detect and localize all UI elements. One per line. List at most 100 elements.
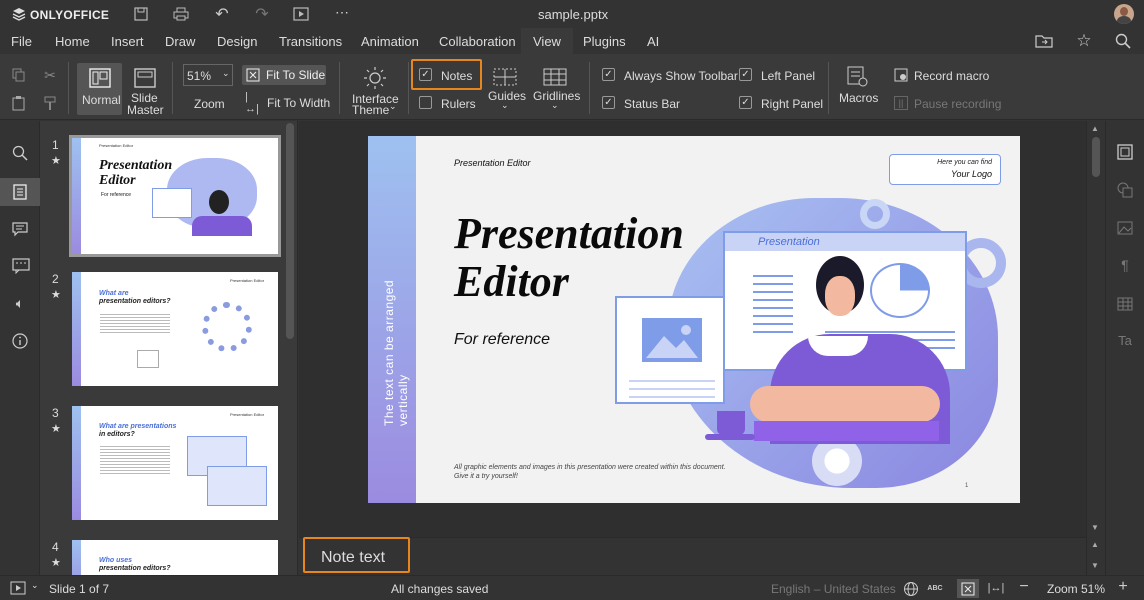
record-macro-label[interactable]: Record macro xyxy=(914,69,989,83)
thumb-body-text xyxy=(100,312,170,334)
fit-to-slide-status-button[interactable] xyxy=(957,579,979,598)
save-icon[interactable] xyxy=(133,6,149,22)
guides-button[interactable]: Guides ⌄ xyxy=(486,63,526,115)
always-show-toolbar-label[interactable]: Always Show Toolbar xyxy=(624,69,738,83)
tab-transitions[interactable]: Transitions xyxy=(279,34,342,49)
format-painter-icon[interactable] xyxy=(42,95,58,111)
comments-icon[interactable] xyxy=(12,221,28,237)
speaker-icon[interactable]: 🔈︎ xyxy=(12,295,28,311)
tab-file[interactable]: File xyxy=(11,34,32,49)
thumb-accent-bar xyxy=(72,138,81,254)
record-macro-icon[interactable] xyxy=(894,68,908,82)
scroll-down-icon[interactable]: ▼ xyxy=(1091,523,1099,532)
paragraph-settings-icon[interactable]: ¶ xyxy=(1117,257,1133,273)
notes-label[interactable]: Notes xyxy=(441,69,472,83)
thumb-small-text: Presentation Editor xyxy=(230,278,265,283)
paste-icon[interactable] xyxy=(11,95,27,111)
image-icon xyxy=(642,318,702,362)
status-bar-checkbox[interactable]: ✓ xyxy=(602,96,615,109)
tab-draw[interactable]: Draw xyxy=(165,34,195,49)
left-panel-checkbox[interactable]: ✓ xyxy=(739,68,752,81)
thumbnail-4[interactable]: Who uses presentation editors? xyxy=(72,540,278,575)
status-bar-label[interactable]: Status Bar xyxy=(624,97,680,111)
always-show-toolbar-checkbox[interactable]: ✓ xyxy=(602,68,615,81)
chevron-down-icon: ⌄ xyxy=(501,100,509,110)
scroll-up-icon[interactable]: ▲ xyxy=(1091,124,1099,133)
user-avatar[interactable] xyxy=(1114,4,1134,24)
left-panel-label[interactable]: Left Panel xyxy=(761,69,815,83)
tab-view-active[interactable]: View xyxy=(521,28,573,55)
slide-footer-1: All graphic elements and images in this … xyxy=(454,464,726,471)
slideshow-icon[interactable] xyxy=(293,6,309,22)
fit-to-width-label: Fit To Width xyxy=(267,96,331,110)
tab-animation[interactable]: Animation xyxy=(361,34,419,49)
search-icon[interactable] xyxy=(1115,33,1131,49)
canvas-scrollbar[interactable] xyxy=(1092,137,1100,177)
chat-icon[interactable] xyxy=(12,258,30,274)
image-window xyxy=(615,296,725,404)
slides-icon xyxy=(13,184,27,200)
open-location-icon[interactable] xyxy=(1035,33,1053,49)
rulers-checkbox[interactable] xyxy=(419,96,432,109)
shape-settings-icon[interactable] xyxy=(1117,182,1133,198)
fit-to-width-button[interactable]: |↔| Fit To Width xyxy=(242,91,331,115)
globe-icon[interactable] xyxy=(903,581,919,597)
zoom-select[interactable]: 51% ⌄ xyxy=(183,64,233,86)
fit-to-slide-icon xyxy=(246,68,260,82)
more-icon[interactable]: ⋯ xyxy=(334,4,350,20)
macros-icon xyxy=(847,66,869,88)
image-settings-icon[interactable] xyxy=(1117,220,1133,236)
undo-icon[interactable]: ↶ xyxy=(214,6,230,23)
fit-to-slide-button[interactable]: Fit To Slide xyxy=(242,65,326,85)
tab-collaboration[interactable]: Collaboration xyxy=(439,34,516,49)
spellcheck-icon[interactable]: ABC xyxy=(927,580,943,596)
table-settings-icon[interactable] xyxy=(1117,296,1133,312)
right-panel-label[interactable]: Right Panel xyxy=(761,97,823,111)
slides-panel-tab[interactable] xyxy=(0,178,40,206)
scroll-up-icon[interactable]: ▲ xyxy=(1091,540,1099,549)
redo-icon[interactable]: ↷ xyxy=(254,6,270,23)
search-icon[interactable] xyxy=(12,145,28,161)
slide-canvas: The text can be arranged vertically Pres… xyxy=(299,121,1098,537)
thumbnail-2[interactable]: Presentation Editor What are presentatio… xyxy=(72,272,278,386)
gridlines-button[interactable]: Gridlines ⌄ xyxy=(531,63,580,115)
slide-subtitle: For reference xyxy=(454,331,551,348)
slideshow-icon[interactable] xyxy=(10,581,26,595)
window-lines xyxy=(753,269,793,339)
tab-home[interactable]: Home xyxy=(55,34,90,49)
language-label[interactable]: English – United States xyxy=(771,582,896,596)
notes-text[interactable]: Note text xyxy=(321,549,385,567)
info-icon[interactable] xyxy=(12,333,28,349)
notes-checkbox[interactable]: ✓ xyxy=(419,68,432,81)
print-icon[interactable] xyxy=(173,6,189,22)
favorite-star-icon[interactable]: ☆ xyxy=(1075,31,1093,50)
zoom-out-icon[interactable]: − xyxy=(1017,578,1031,595)
interface-theme-button[interactable]: Interface Theme ⌄ xyxy=(346,63,402,117)
tab-insert[interactable]: Insert xyxy=(111,34,144,49)
theme-label: Theme xyxy=(352,103,390,117)
thumbnails-scrollbar[interactable] xyxy=(286,123,294,339)
thumbnail-1[interactable]: Presentation Editor Presentation Editor … xyxy=(72,138,278,254)
tab-plugins[interactable]: Plugins xyxy=(583,34,626,49)
rulers-label[interactable]: Rulers xyxy=(441,97,476,111)
zoom-level: Zoom 51% xyxy=(1047,582,1106,596)
slide-master-button[interactable]: Slide Master xyxy=(126,63,166,117)
slide-settings-icon[interactable] xyxy=(1117,144,1133,160)
fit-to-width-icon[interactable]: |↔| xyxy=(987,580,1005,596)
copy-icon[interactable] xyxy=(11,68,27,82)
tab-ai[interactable]: AI xyxy=(647,34,659,49)
thumbnail-3[interactable]: Presentation Editor What are presentatio… xyxy=(72,406,278,520)
scroll-down-icon[interactable]: ▼ xyxy=(1091,561,1099,570)
right-panel-checkbox[interactable]: ✓ xyxy=(739,96,752,109)
cut-icon[interactable]: ✂ xyxy=(42,67,58,83)
zoom-in-icon[interactable]: + xyxy=(1116,578,1130,595)
person-hands xyxy=(750,386,940,422)
tab-design[interactable]: Design xyxy=(217,34,257,49)
macros-button[interactable]: Macros xyxy=(836,63,880,115)
chevron-down-icon[interactable]: ⌄ xyxy=(31,580,39,591)
fit-to-slide-label: Fit To Slide xyxy=(266,68,326,82)
window-title: Presentation xyxy=(758,236,820,248)
slide-1[interactable]: The text can be arranged vertically Pres… xyxy=(368,136,1020,503)
normal-view-button[interactable]: Normal xyxy=(77,63,122,115)
text-art-icon[interactable]: Ta xyxy=(1117,332,1133,348)
